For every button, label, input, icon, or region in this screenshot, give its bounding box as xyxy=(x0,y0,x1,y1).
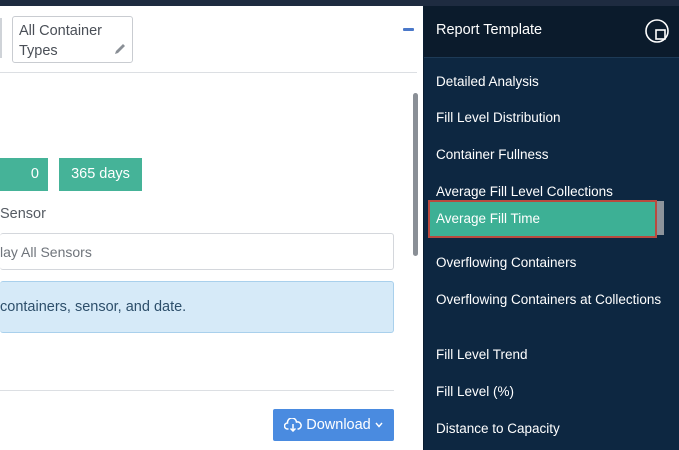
filter-panel: All Container Types 0 days 365 days Sens… xyxy=(0,6,423,450)
menu-item-container-fullness[interactable]: Container Fullness xyxy=(436,146,666,164)
days-365-button[interactable]: 365 days xyxy=(59,158,142,191)
chevron-down-icon xyxy=(375,422,383,428)
menu-item-fill-level-trend[interactable]: Fill Level Trend xyxy=(436,346,666,364)
menu-item-overflowing-containers[interactable]: Overflowing Containers xyxy=(436,254,666,272)
container-types-field[interactable]: All Container Types xyxy=(12,16,133,63)
menu-item-fill-level-distribution[interactable]: Fill Level Distribution xyxy=(436,109,666,127)
sensor-label: Sensor xyxy=(0,206,46,222)
report-template-title: Report Template xyxy=(436,22,543,38)
sensor-select[interactable]: lay All Sensors xyxy=(0,233,394,270)
menu-scroll-indicator xyxy=(657,201,664,235)
scrollbar[interactable] xyxy=(413,93,418,256)
info-message: containers, sensor, and date. xyxy=(0,281,394,333)
report-template-header: Report Template xyxy=(424,6,679,58)
days-90-button[interactable]: 0 days xyxy=(0,158,48,215)
left-divider xyxy=(0,18,2,58)
divider xyxy=(0,72,417,73)
report-template-icon[interactable] xyxy=(644,18,670,44)
menu-item-overflowing-containers-at-collections[interactable]: Overflowing Containers at Collections xyxy=(436,291,666,309)
divider xyxy=(0,390,394,391)
menu-item-fill-level-percent[interactable]: Fill Level (%) xyxy=(436,383,666,401)
report-template-panel: Report Template Detailed Analysis Fill L… xyxy=(423,6,679,450)
collapse-icon[interactable] xyxy=(403,28,414,31)
menu-item-average-fill-time[interactable]: Average Fill Time xyxy=(428,200,657,238)
menu-item-detailed-analysis[interactable]: Detailed Analysis xyxy=(436,73,666,91)
cloud-download-icon xyxy=(284,418,303,432)
pencil-icon[interactable] xyxy=(113,42,127,56)
download-label: Download xyxy=(306,417,371,433)
menu-item-average-fill-level-collections[interactable]: Average Fill Level Collections xyxy=(436,183,666,201)
download-button[interactable]: Download xyxy=(273,409,394,441)
container-types-label: All Container Types xyxy=(19,23,103,59)
menu-item-distance-to-capacity[interactable]: Distance to Capacity xyxy=(436,420,666,438)
